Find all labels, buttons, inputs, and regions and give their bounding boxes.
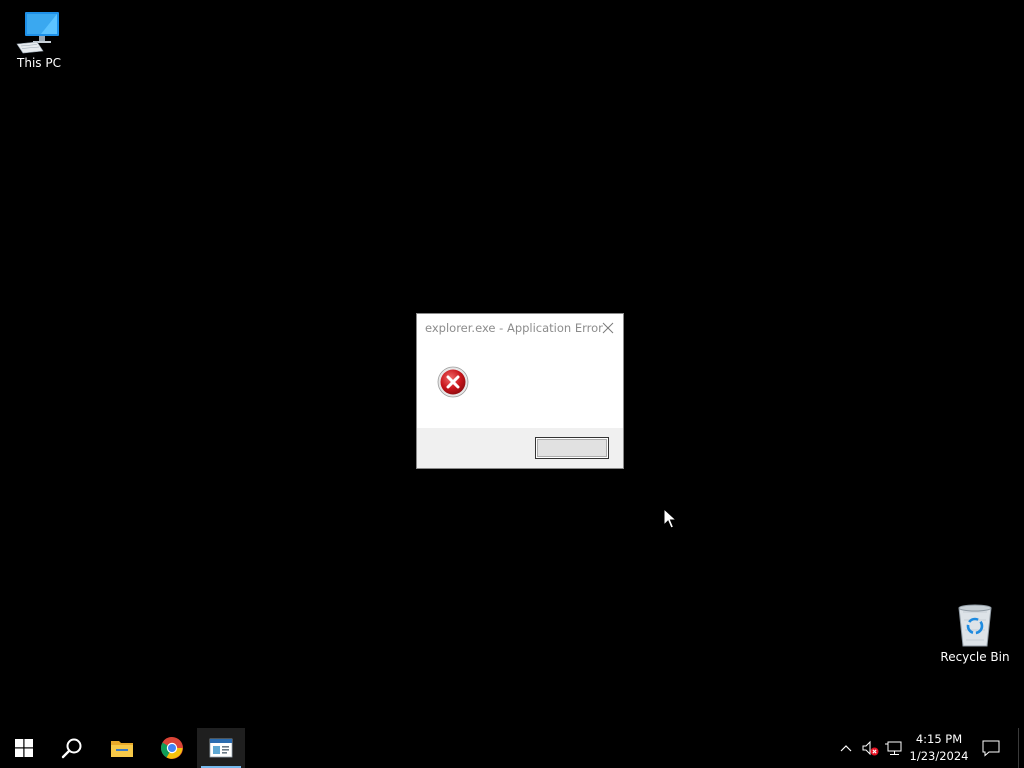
recycle-bin-desktop-icon[interactable]: Recycle Bin: [937, 602, 1013, 664]
mouse-cursor-icon: [663, 508, 677, 529]
search-button[interactable]: [48, 728, 96, 768]
dialog-title: explorer.exe - Application Error: [425, 321, 603, 335]
clock-date: 1/23/2024: [909, 749, 969, 763]
start-button[interactable]: [0, 728, 48, 768]
recycle-bin-icon: [958, 604, 992, 647]
network-button[interactable]: [884, 738, 904, 758]
dialog-titlebar[interactable]: explorer.exe - Application Error: [417, 314, 623, 342]
taskbar-clock[interactable]: 4:15 PM 1/23/2024: [906, 731, 972, 765]
close-icon[interactable]: [599, 319, 617, 337]
ok-button[interactable]: [535, 437, 609, 459]
windows-logo-icon: [15, 739, 33, 757]
network-icon: [885, 741, 902, 755]
application-error-dialog: explorer.exe - Application Error: [416, 313, 624, 469]
taskbar: 4:15 PM 1/23/2024: [0, 728, 1024, 768]
active-app-button[interactable]: [197, 728, 245, 768]
recycle-bin-label: Recycle Bin: [940, 650, 1010, 664]
this-pc-desktop-icon[interactable]: This PC: [1, 10, 77, 70]
volume-muted-icon: [862, 740, 879, 756]
application-window-icon: [209, 738, 233, 758]
clock-time: 4:15 PM: [915, 732, 963, 746]
dialog-footer: [417, 428, 623, 468]
chrome-icon: [161, 737, 183, 759]
search-icon: [61, 738, 82, 759]
chevron-up-icon: [840, 745, 852, 752]
this-pc-label: This PC: [17, 56, 61, 70]
show-desktop-button[interactable]: [1018, 728, 1024, 768]
file-explorer-button[interactable]: [98, 728, 146, 768]
folder-icon: [111, 741, 133, 757]
desktop: This PC Recycle Bin explorer.exe - Appli…: [0, 0, 1024, 768]
chrome-button[interactable]: [148, 728, 196, 768]
error-icon: [437, 366, 469, 398]
show-hidden-icons-button[interactable]: [836, 738, 856, 758]
volume-button[interactable]: [860, 738, 880, 758]
computer-icon: [16, 12, 59, 54]
notification-icon[interactable]: [980, 738, 1002, 758]
